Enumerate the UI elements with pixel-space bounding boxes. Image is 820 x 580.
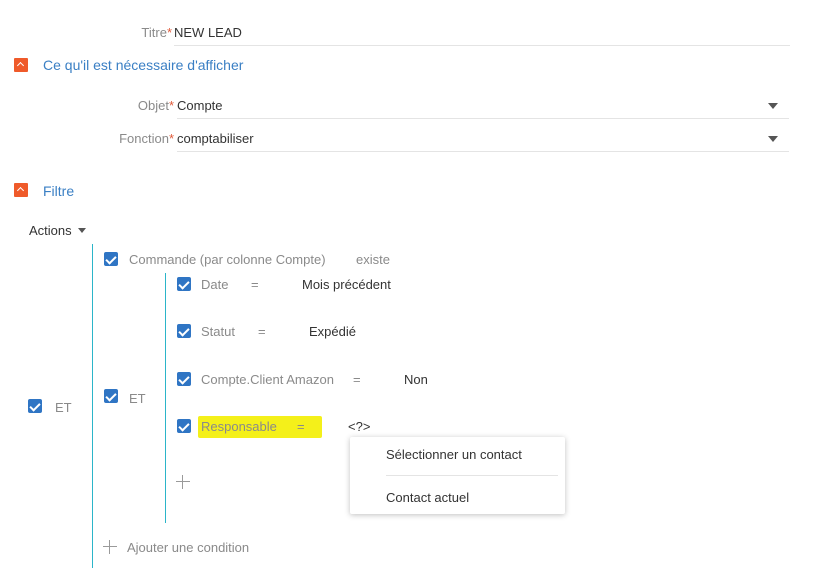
- root-group-line: [92, 244, 93, 568]
- aggregate-checkbox[interactable]: [104, 252, 118, 266]
- menu-separator: [386, 475, 558, 476]
- subgroup-label[interactable]: ET: [129, 391, 146, 406]
- condition-column[interactable]: Date: [201, 277, 228, 292]
- condition-value[interactable]: Mois précédent: [302, 277, 391, 292]
- object-required-mark: *: [168, 98, 174, 113]
- object-underline: [177, 118, 789, 119]
- condition-value[interactable]: <?>: [348, 419, 370, 434]
- title-label-text: Titre: [141, 25, 167, 40]
- function-select[interactable]: comptabiliser: [177, 131, 767, 146]
- subgroup-line: [165, 273, 166, 523]
- condition-value[interactable]: Expédié: [309, 324, 356, 339]
- condition-column[interactable]: Statut: [201, 324, 235, 339]
- condition-value[interactable]: Non: [404, 372, 428, 387]
- condition-column[interactable]: Compte.Client Amazon: [201, 372, 334, 387]
- object-label-text: Objet: [137, 98, 169, 113]
- root-group-checkbox[interactable]: [28, 399, 42, 413]
- condition-checkbox[interactable]: [177, 277, 191, 291]
- subgroup-add-condition-icon[interactable]: [176, 475, 190, 489]
- add-condition-link[interactable]: Ajouter une condition: [127, 540, 249, 555]
- title-input[interactable]: NEW LEAD: [174, 25, 790, 40]
- function-label: Fonction*: [100, 131, 174, 146]
- menu-item-current-contact[interactable]: Contact actuel: [386, 490, 469, 505]
- function-label-text: Fonction: [119, 131, 169, 146]
- object-label: Objet*: [100, 98, 174, 113]
- add-condition-icon[interactable]: [103, 540, 117, 554]
- aggregate-operator[interactable]: existe: [356, 252, 390, 267]
- section-display-collapse-icon[interactable]: [14, 58, 28, 72]
- actions-menu-button[interactable]: Actions: [29, 223, 86, 238]
- condition-operator[interactable]: =: [251, 277, 259, 292]
- title-underline: [174, 45, 790, 46]
- actions-label: Actions: [29, 223, 72, 238]
- condition-column[interactable]: Responsable: [201, 419, 277, 434]
- subgroup-checkbox[interactable]: [104, 389, 118, 403]
- condition-operator[interactable]: =: [258, 324, 266, 339]
- aggregate-column[interactable]: Commande (par colonne Compte): [129, 252, 326, 267]
- object-select[interactable]: Compte: [177, 98, 767, 113]
- root-group-label[interactable]: ET: [55, 400, 72, 415]
- actions-caret-icon: [77, 228, 86, 233]
- value-menu: Sélectionner un contact Contact actuel: [350, 437, 565, 514]
- section-display-title[interactable]: Ce qu'il est nécessaire d'afficher: [43, 57, 243, 73]
- condition-checkbox[interactable]: [177, 324, 191, 338]
- function-underline: [177, 151, 789, 152]
- condition-checkbox[interactable]: [177, 419, 191, 433]
- title-required-mark: *: [166, 25, 172, 40]
- menu-item-select-contact[interactable]: Sélectionner un contact: [386, 447, 522, 462]
- condition-checkbox[interactable]: [177, 372, 191, 386]
- section-filter-title[interactable]: Filtre: [43, 183, 74, 199]
- condition-operator[interactable]: =: [353, 372, 361, 387]
- function-dropdown-caret-icon[interactable]: [768, 136, 778, 142]
- object-dropdown-caret-icon[interactable]: [768, 103, 778, 109]
- condition-operator[interactable]: =: [297, 419, 305, 434]
- function-required-mark: *: [168, 131, 174, 146]
- title-label: Titre*: [100, 25, 172, 40]
- section-filter-collapse-icon[interactable]: [14, 183, 28, 197]
